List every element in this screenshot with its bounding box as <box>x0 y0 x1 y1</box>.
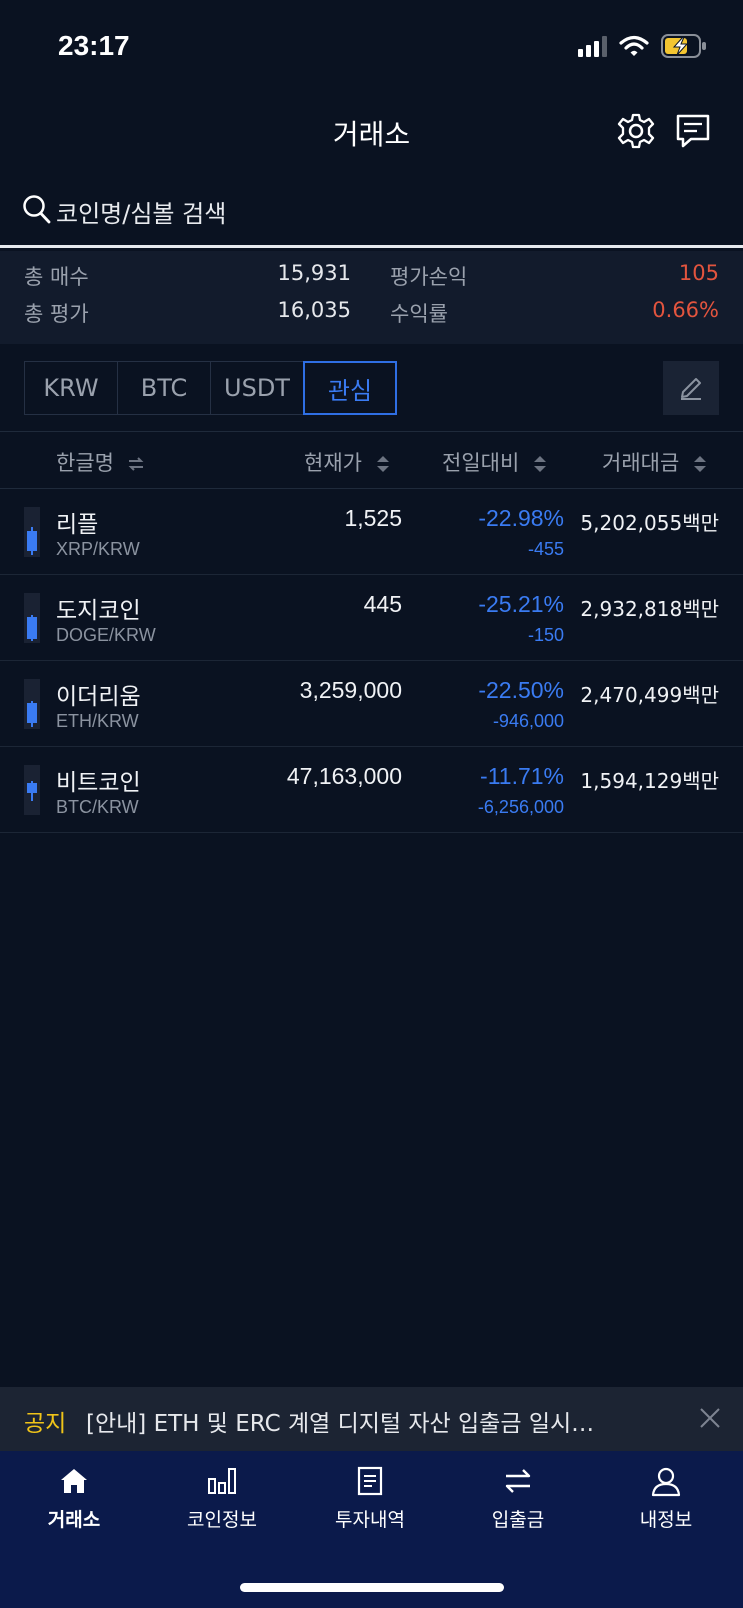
column-header: 한글명 현재가 전일대비 거래대금 <box>0 431 743 489</box>
return-value: 0.66% <box>652 298 719 322</box>
nav-label: 입출금 <box>491 1509 545 1531</box>
coin-price: 47,163,000 <box>286 763 402 789</box>
coin-name: 비트코인 <box>56 770 141 796</box>
coin-change-abs: -946,000 <box>492 711 564 731</box>
coin-name: 도지코인 <box>56 598 141 624</box>
nav-coin-info[interactable]: 코인정보 <box>148 1465 296 1532</box>
sort-change-header[interactable]: 전일대비 <box>442 447 548 477</box>
home-indicator[interactable] <box>240 1583 504 1592</box>
app-header: 거래소 <box>0 95 743 165</box>
status-bar: 23:17 <box>0 0 743 90</box>
total-eval-value: 16,035 <box>277 298 351 322</box>
wifi-icon <box>619 35 649 56</box>
pencil-icon <box>681 378 701 400</box>
total-eval-label: 총 평가 <box>24 302 89 326</box>
coin-name: 이더리움 <box>56 684 141 710</box>
bar-chart-icon <box>208 1468 236 1494</box>
edit-favorites-button[interactable] <box>663 361 719 415</box>
coin-change-pct: -22.98% <box>478 505 564 531</box>
tab-usdt[interactable]: USDT <box>210 361 304 415</box>
search-input[interactable]: 코인명/심볼 검색 <box>56 194 226 229</box>
return-label: 수익률 <box>390 302 448 326</box>
close-icon[interactable] <box>697 1405 723 1431</box>
total-buy-value: 15,931 <box>277 261 351 285</box>
search-bar[interactable]: 코인명/심볼 검색 <box>0 180 743 248</box>
search-icon <box>23 195 51 224</box>
coin-change-pct: -22.50% <box>478 677 564 703</box>
coin-pair: XRP/KRW <box>56 539 140 559</box>
coin-change-abs: -150 <box>527 625 564 645</box>
user-icon <box>651 1467 681 1497</box>
sort-icon <box>533 456 546 472</box>
coin-volume: 2,470,499백만 <box>580 683 719 707</box>
candle-icon <box>24 679 40 729</box>
portfolio-summary: 총 매수 15,931 평가손익 105 총 평가 16,035 수익률 0.6… <box>0 251 743 344</box>
coin-row-eth[interactable]: 이더리움 ETH/KRW 3,259,000 -22.50% -946,000 … <box>0 661 743 747</box>
status-icons <box>578 34 707 58</box>
coin-row-btc[interactable]: 비트코인 BTC/KRW 47,163,000 -11.71% -6,256,0… <box>0 747 743 833</box>
pnl-label: 평가손익 <box>390 265 468 289</box>
nav-label: 투자내역 <box>335 1509 405 1531</box>
nav-exchange[interactable]: 거래소 <box>0 1465 148 1532</box>
chat-icon[interactable] <box>673 111 713 151</box>
battery-charging-icon <box>661 34 706 58</box>
nav-deposit-withdraw[interactable]: 입출금 <box>444 1465 592 1532</box>
nav-label: 코인정보 <box>187 1509 257 1531</box>
document-icon <box>357 1466 383 1496</box>
candle-icon <box>24 507 40 557</box>
coin-price: 1,525 <box>344 505 402 531</box>
coin-change-pct: -11.71% <box>480 763 564 789</box>
notice-banner[interactable]: 공지 [안내] ETH 및 ERC 계열 디지털 자산 입출금 일시… <box>0 1387 743 1451</box>
tab-favorites[interactable]: 관심 <box>303 361 397 415</box>
coin-volume: 5,202,055백만 <box>580 511 719 535</box>
status-time: 23:17 <box>58 30 130 61</box>
sort-volume-header[interactable]: 거래대금 <box>602 447 708 477</box>
notice-text[interactable]: [안내] ETH 및 ERC 계열 디지털 자산 입출금 일시… <box>86 1404 646 1438</box>
market-tabs: KRW BTC USDT 관심 <box>24 361 397 415</box>
coin-pair: ETH/KRW <box>56 711 139 731</box>
coin-row-doge[interactable]: 도지코인 DOGE/KRW 445 -25.21% -150 2,932,818… <box>0 575 743 661</box>
tab-btc[interactable]: BTC <box>117 361 211 415</box>
candle-icon <box>24 593 40 643</box>
notice-tag: 공지 <box>24 1411 67 1437</box>
swap-icon <box>128 457 144 471</box>
coin-change-abs: -6,256,000 <box>477 797 564 817</box>
nav-my-info[interactable]: 내정보 <box>592 1465 740 1532</box>
sort-name-header[interactable]: 한글명 <box>56 447 145 477</box>
sort-icon <box>376 456 389 472</box>
coin-price: 3,259,000 <box>299 677 402 703</box>
coin-pair: BTC/KRW <box>56 797 139 817</box>
nav-label: 내정보 <box>639 1509 693 1531</box>
coin-pair: DOGE/KRW <box>56 625 156 645</box>
signal-icon <box>578 35 607 57</box>
coin-change-pct: -25.21% <box>478 591 564 617</box>
gear-icon[interactable] <box>616 111 656 151</box>
pnl-value: 105 <box>678 261 719 285</box>
nav-history[interactable]: 투자내역 <box>296 1465 444 1532</box>
transfer-arrows-icon <box>505 1469 531 1493</box>
coin-row-xrp[interactable]: 리플 XRP/KRW 1,525 -22.98% -455 5,202,055백… <box>0 489 743 575</box>
coin-volume: 2,932,818백만 <box>580 597 719 621</box>
candle-icon <box>24 765 40 815</box>
home-icon <box>61 1469 87 1493</box>
coin-change-abs: -455 <box>527 539 564 559</box>
tab-krw[interactable]: KRW <box>24 361 118 415</box>
nav-label: 거래소 <box>47 1509 101 1531</box>
sort-icon <box>693 456 706 472</box>
total-buy-label: 총 매수 <box>24 265 89 289</box>
coin-volume: 1,594,129백만 <box>580 769 719 793</box>
coin-price: 445 <box>363 591 402 617</box>
coin-name: 리플 <box>56 512 99 538</box>
sort-price-header[interactable]: 현재가 <box>304 447 391 477</box>
